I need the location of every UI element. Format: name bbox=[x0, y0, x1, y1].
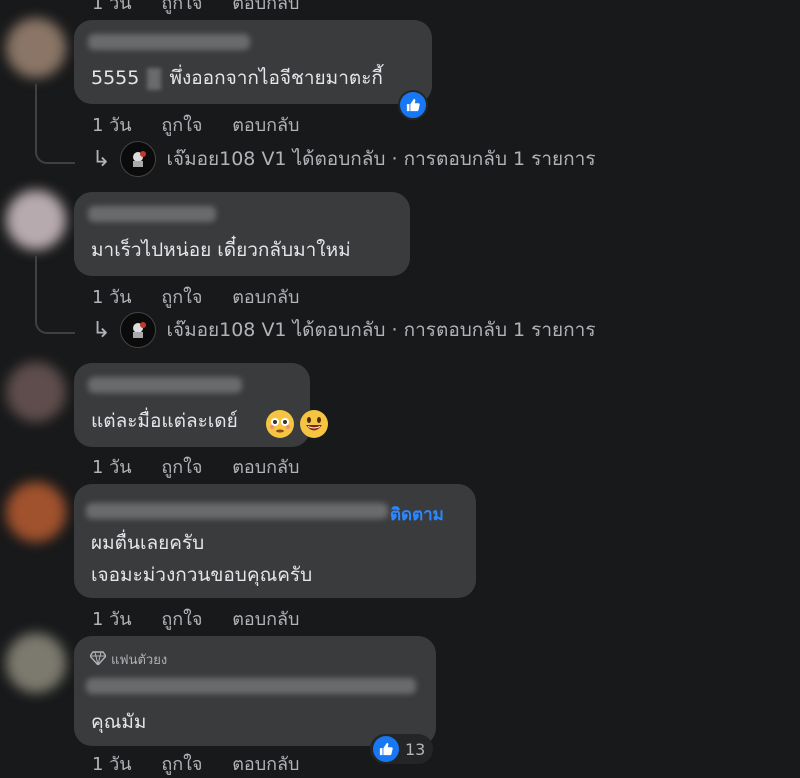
comment-text: แต่ละมื่อแต่ละเดย์ bbox=[91, 409, 238, 433]
grinning-face-icon bbox=[300, 410, 328, 438]
thread-line bbox=[35, 84, 75, 164]
reply-arrow-icon: ↳ bbox=[92, 317, 111, 343]
comment-time[interactable]: 1 วัน bbox=[92, 287, 132, 308]
avatar[interactable] bbox=[6, 482, 66, 542]
thumbs-up-icon[interactable] bbox=[398, 90, 428, 120]
comment-bubble: ติดตาม ผมตื่นเลยครับ เจอมะม่วงกวนขอบคุณค… bbox=[74, 484, 476, 598]
reply-link[interactable]: ตอบกลับ bbox=[232, 0, 299, 14]
comment-actions: 1 วัน ถูกใจ ตอบกลับ bbox=[92, 110, 323, 139]
flushed-face-icon bbox=[266, 410, 294, 438]
avatar[interactable] bbox=[6, 18, 66, 78]
comment-text: 5555 พึ่งออกจากไอจีชายมาตะกี้ bbox=[91, 66, 383, 90]
follow-button[interactable]: ติดตาม bbox=[390, 501, 444, 528]
reply-summary-text: ได้ตอบกลับ · การตอบกลับ 1 รายการ bbox=[292, 319, 596, 341]
view-replies-link[interactable]: ↳ เจ๊มอย108 V1 ได้ตอบกลับ · การตอบกลับ 1… bbox=[92, 141, 596, 177]
comment-actions: 1 วัน ถูกใจ ตอบกลับ bbox=[92, 604, 323, 633]
like-link[interactable]: ถูกใจ bbox=[161, 115, 202, 136]
avatar bbox=[120, 312, 157, 348]
reply-arrow-icon: ↳ bbox=[92, 146, 111, 172]
avatar[interactable] bbox=[6, 190, 66, 250]
author-name[interactable] bbox=[88, 377, 242, 393]
comment-time[interactable]: 1 วัน bbox=[92, 0, 132, 14]
comment-actions: 1 วัน ถูกใจ ตอบกลับ bbox=[92, 0, 323, 17]
reply-author: เจ๊มอย108 V1 bbox=[166, 319, 287, 341]
reply-link[interactable]: ตอบกลับ bbox=[232, 115, 299, 136]
comment-text: เจอมะม่วงกวนขอบคุณครับ bbox=[91, 564, 313, 586]
badge-label: แฟนตัวยง bbox=[111, 653, 168, 668]
comment-time[interactable]: 1 วัน bbox=[92, 115, 132, 136]
diamond-icon bbox=[89, 650, 107, 669]
comment-actions: 1 วัน ถูกใจ ตอบกลับ bbox=[92, 282, 323, 311]
comment-actions: 1 วัน ถูกใจ ตอบกลับ bbox=[92, 452, 323, 481]
reply-author: เจ๊มอย108 V1 bbox=[166, 148, 287, 170]
reply-summary-text: ได้ตอบกลับ · การตอบกลับ 1 รายการ bbox=[292, 148, 596, 170]
reply-link[interactable]: ตอบกลับ bbox=[232, 457, 299, 478]
comment-time[interactable]: 1 วัน bbox=[92, 457, 132, 478]
author-name[interactable] bbox=[88, 34, 250, 50]
reaction-count: 13 bbox=[405, 739, 426, 759]
author-name[interactable] bbox=[88, 206, 216, 222]
reply-link[interactable]: ตอบกลับ bbox=[232, 287, 299, 308]
like-link[interactable]: ถูกใจ bbox=[161, 609, 202, 630]
view-replies-link[interactable]: ↳ เจ๊มอย108 V1 ได้ตอบกลับ · การตอบกลับ 1… bbox=[92, 312, 596, 348]
comment-text: มาเร็วไปหน่อย เดี๋ยวกลับมาใหม่ bbox=[91, 239, 351, 261]
avatar[interactable] bbox=[6, 633, 66, 693]
avatar[interactable] bbox=[6, 362, 66, 422]
comment-text-part: พึ่งออกจากไอจีชายมาตะกี้ bbox=[169, 67, 383, 89]
comment-time[interactable]: 1 วัน bbox=[92, 609, 132, 630]
like-link[interactable]: ถูกใจ bbox=[161, 457, 202, 478]
comment-actions: 1 วัน ถูกใจ ตอบกลับ bbox=[92, 749, 323, 778]
comment-text: ผมตื่นเลยครับ bbox=[91, 532, 205, 554]
avatar bbox=[120, 141, 157, 177]
comment-bubble: มาเร็วไปหน่อย เดี๋ยวกลับมาใหม่ bbox=[74, 192, 410, 276]
top-fan-badge: แฟนตัวยง bbox=[89, 649, 168, 670]
like-link[interactable]: ถูกใจ bbox=[161, 0, 202, 14]
author-name[interactable] bbox=[86, 678, 416, 694]
comment-text-part: 5555 bbox=[91, 67, 140, 89]
comment-text: คุณมัม bbox=[91, 711, 147, 733]
redacted-block bbox=[147, 67, 162, 90]
thread-line bbox=[35, 256, 75, 334]
author-name[interactable] bbox=[86, 503, 388, 519]
reply-link[interactable]: ตอบกลับ bbox=[232, 609, 299, 630]
reaction-summary[interactable]: 13 bbox=[370, 734, 434, 764]
comment-bubble: 5555 พึ่งออกจากไอจีชายมาตะกี้ bbox=[74, 20, 432, 104]
comment-text-part: แต่ละมื่อแต่ละเดย์ bbox=[91, 410, 238, 432]
comment-bubble: แฟนตัวยง คุณมัม bbox=[74, 636, 436, 746]
like-link[interactable]: ถูกใจ bbox=[161, 287, 202, 308]
thumbs-up-icon bbox=[373, 736, 399, 762]
